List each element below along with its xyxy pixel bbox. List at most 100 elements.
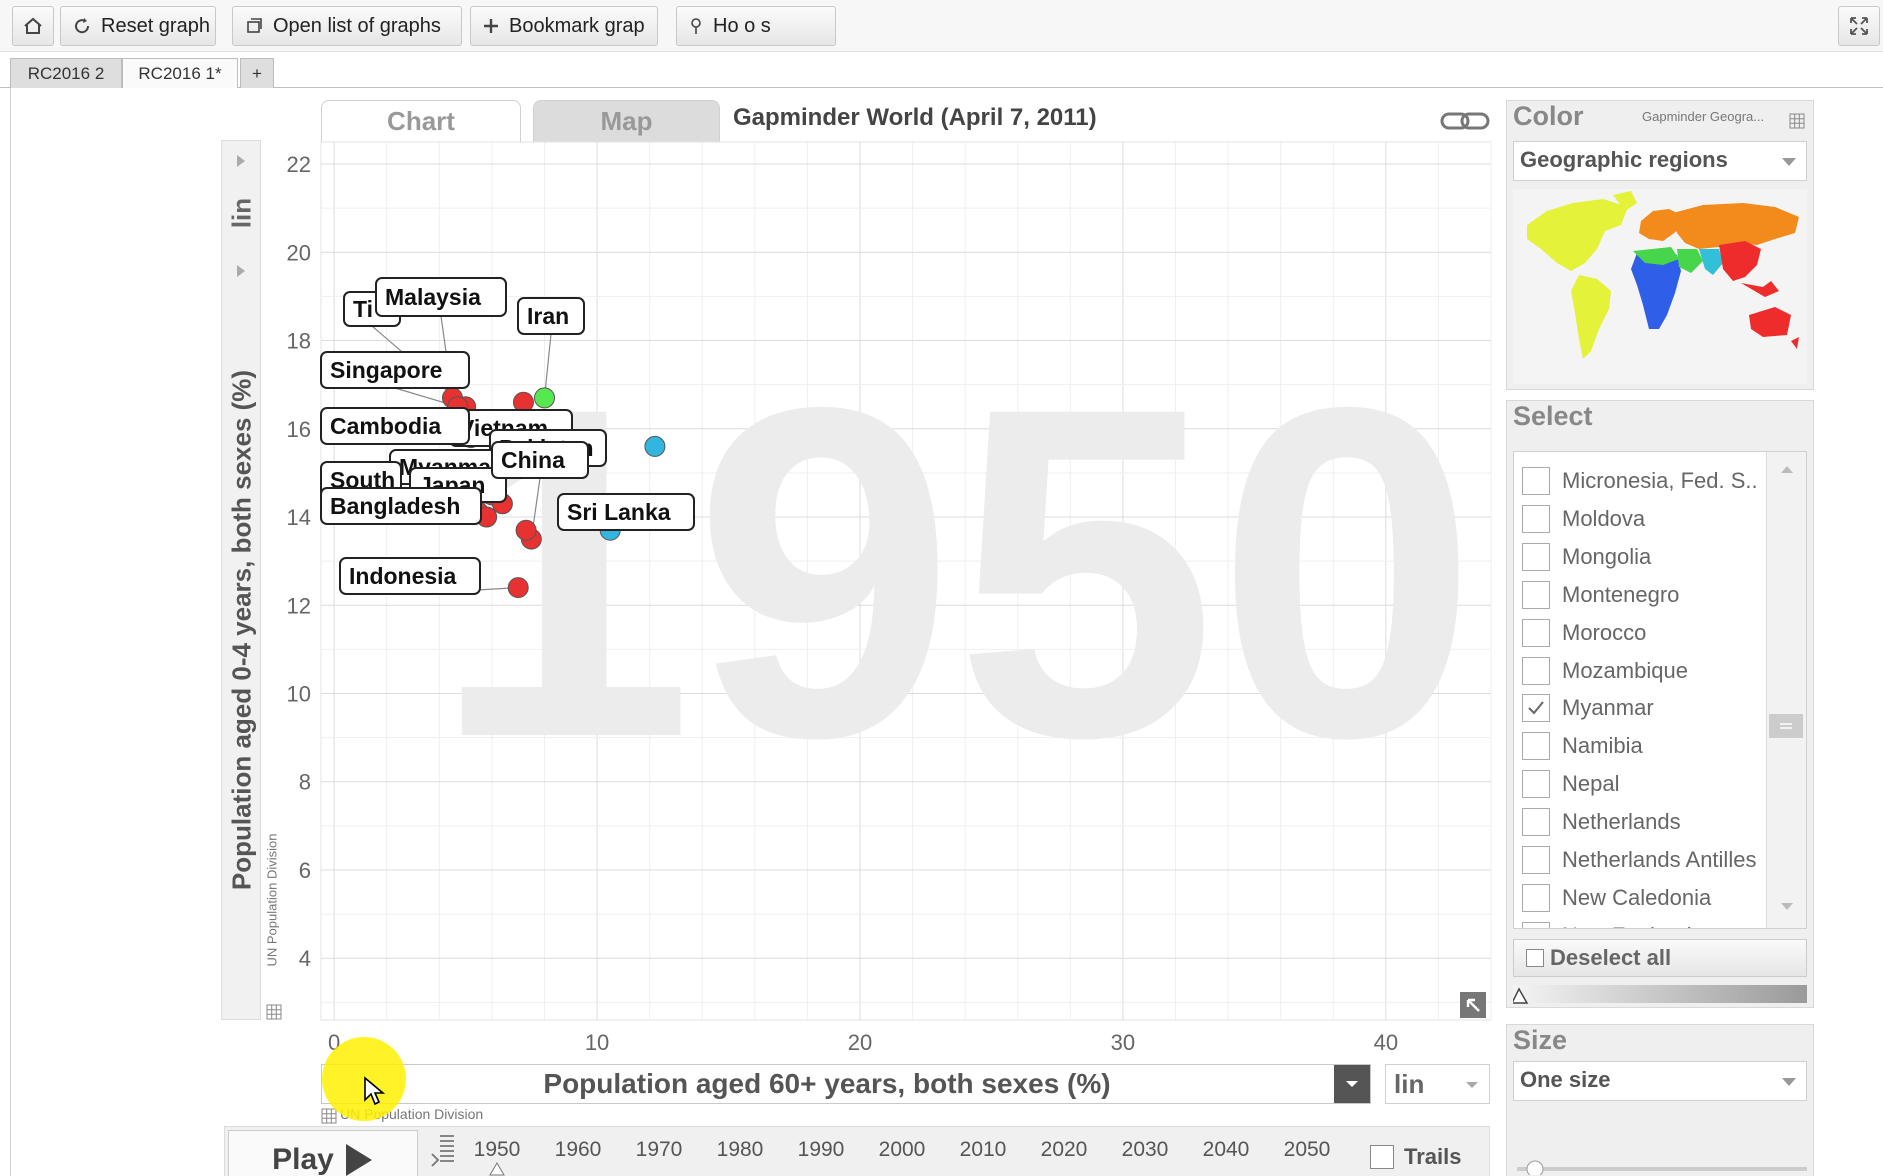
timeline-year-label[interactable]: 1970 [636,1138,683,1162]
country-label-china[interactable]: China [491,441,589,479]
timeline-year-label[interactable]: 2020 [1041,1138,1088,1162]
year-watermark: 1950 [432,310,1478,835]
country-name: New Caledonia [1562,884,1712,910]
country-item[interactable]: Netherlands Antilles [1522,845,1756,875]
country-checkbox[interactable] [1522,846,1550,874]
country-name: Mozambique [1562,657,1688,683]
label-text: Cambodia [330,413,441,439]
country-label-cambodia[interactable]: Cambodia [320,407,470,445]
x-scale-select[interactable]: lin [1385,1064,1490,1104]
mouse-cursor-icon [364,1076,385,1106]
x-table-icon[interactable] [321,1108,337,1124]
play-icon [345,1143,372,1176]
country-list-scrollbar[interactable] [1766,452,1806,928]
y-tick-label: 18 [287,329,311,354]
size-panel: Size One size [1506,1024,1814,1176]
select-panel-title: Select [1513,401,1593,431]
country-label-sri-lanka[interactable]: Sri Lanka [557,493,695,531]
country-checkbox[interactable] [1522,808,1550,837]
trails-toggle[interactable]: Trails [1370,1144,1461,1170]
color-indicator-select[interactable]: Geographic regions [1513,141,1807,181]
timeline-year-label[interactable]: 2030 [1122,1138,1169,1162]
country-checkbox[interactable] [1522,618,1550,647]
color-table-icon[interactable] [1789,113,1805,129]
country-name: Micronesia, Fed. S.. [1562,468,1758,493]
timeline-year-label[interactable]: 2050 [1284,1138,1331,1162]
country-item[interactable]: New Zealand [1522,921,1692,928]
color-source: Gapminder Geogra... [1642,109,1765,124]
country-checkbox[interactable] [1522,542,1550,571]
data-point-unlabeled[interactable] [644,435,666,457]
scroll-down-icon[interactable] [1780,902,1794,912]
country-checkbox[interactable] [1522,656,1550,685]
timeline-slider-handle[interactable] [489,1162,505,1176]
country-checkbox[interactable] [1522,467,1550,495]
opacity-slider[interactable] [1513,983,1807,1005]
country-item[interactable]: Myanmar [1522,693,1654,723]
zoom-button[interactable] [1460,992,1486,1018]
country-checkbox[interactable] [1522,732,1550,761]
trails-checkbox[interactable] [1370,1145,1394,1169]
data-point-iran[interactable] [533,387,555,409]
chevron-down-icon [1782,1078,1796,1086]
country-label-iran[interactable]: Iran [517,297,585,335]
country-item[interactable]: Mozambique [1522,656,1688,686]
x-axis-dropdown-arrow[interactable] [1334,1065,1370,1103]
deselect-all-label: Deselect all [1550,945,1672,970]
x-scale-value: lin [1394,1068,1425,1099]
speed-icon[interactable] [430,1134,456,1168]
label-text: Ti [353,296,373,322]
country-checkbox-checked[interactable] [1522,694,1550,723]
timeline-year-label[interactable]: 2000 [879,1138,926,1162]
timeline-year-label[interactable]: 1960 [555,1138,602,1162]
country-label-indonesia[interactable]: Indonesia [339,557,481,595]
country-label-bangladesh[interactable]: Bangladesh [320,487,482,525]
x-axis-indicator-dropdown[interactable]: Population aged 60+ years, both sexes (%… [321,1064,1371,1104]
country-name: Netherlands [1562,809,1681,835]
timeline-year-label[interactable]: 1950 [474,1138,521,1162]
data-point-unlabeled[interactable] [515,519,537,541]
deselect-all-checkbox [1526,949,1544,967]
deselect-all-button[interactable]: Deselect all [1513,939,1807,977]
country-list[interactable]: Micronesia, Fed. S.. Moldova Mongolia Monte… [1513,451,1807,929]
country-item[interactable]: Nepal [1522,769,1619,799]
country-item[interactable]: Micronesia, Fed. S.. [1522,466,1758,496]
label-text: Malaysia [385,284,481,310]
y-tick-label: 16 [287,417,311,442]
country-item[interactable]: Morocco [1522,618,1646,648]
timeline-year-label[interactable]: 1980 [717,1138,764,1162]
country-item[interactable]: Montenegro [1522,580,1679,610]
size-slider[interactable] [1517,1159,1807,1175]
timeline-year-label[interactable]: 1990 [798,1138,845,1162]
play-button[interactable]: Play [228,1130,418,1176]
country-item[interactable]: New Caledonia [1522,883,1711,913]
country-label-malaysia[interactable]: Malaysia [375,277,507,317]
country-name: Nepal [1562,771,1620,797]
size-indicator-select[interactable]: One size [1513,1061,1807,1101]
country-label-singapore[interactable]: Singapore [320,351,470,389]
country-checkbox[interactable] [1522,770,1550,799]
size-panel-title: Size [1513,1025,1568,1055]
country-item[interactable]: Moldova [1522,504,1645,534]
scroll-up-icon[interactable] [1780,464,1794,474]
y-tick-label: 14 [287,505,311,530]
country-checkbox[interactable] [1522,883,1550,912]
size-indicator-value: One size [1520,1067,1611,1092]
country-name: Moldova [1562,505,1646,531]
label-text: Indonesia [349,563,457,589]
country-checkbox[interactable] [1522,921,1550,928]
data-point-indonesia[interactable] [507,577,529,599]
timeline-year-label[interactable]: 2010 [960,1138,1007,1162]
x-tick-label: 30 [1111,1030,1135,1055]
timeline-year-label[interactable]: 2040 [1203,1138,1250,1162]
x-tick-label: 40 [1374,1030,1398,1055]
country-item[interactable]: Namibia [1522,731,1643,761]
country-item[interactable]: Mongolia [1522,542,1651,572]
world-region-map[interactable] [1513,189,1807,384]
country-checkbox[interactable] [1522,504,1550,533]
scrollbar-thumb[interactable] [1769,714,1803,738]
y-tick-label: 6 [299,858,311,883]
x-tick-label: 20 [848,1030,872,1055]
country-item[interactable]: Netherlands [1522,807,1681,837]
country-checkbox[interactable] [1522,580,1550,609]
